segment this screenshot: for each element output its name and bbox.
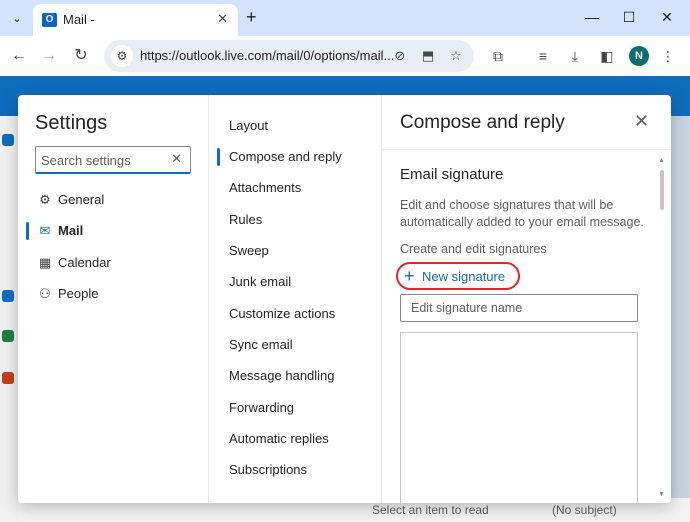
- signature-name-field[interactable]: [400, 294, 638, 322]
- section-sync-email[interactable]: Sync email: [209, 332, 381, 358]
- section-layout[interactable]: Layout: [209, 113, 381, 139]
- pane-scrollbar[interactable]: ▲ ▼: [658, 157, 666, 503]
- email-signature-heading: Email signature: [400, 166, 504, 183]
- outlook-favicon-icon: O: [42, 13, 57, 27]
- scroll-down-icon[interactable]: ▼: [658, 491, 665, 498]
- profile-avatar[interactable]: N: [629, 46, 649, 66]
- new-signature-label: New signature: [422, 269, 506, 284]
- close-settings-icon[interactable]: ✕: [634, 111, 649, 132]
- install-app-icon[interactable]: ⬒: [418, 46, 438, 66]
- browser-tab[interactable]: O Mail - ✕: [33, 4, 238, 36]
- tab-title: Mail -: [63, 12, 95, 27]
- signature-description: Edit and choose signatures that will be …: [400, 198, 644, 229]
- section-compose-and-reply[interactable]: Compose and reply: [209, 144, 381, 170]
- reading-hint: Select an item to read: [372, 503, 489, 517]
- search-settings-input[interactable]: [41, 151, 161, 169]
- mail-app-icon[interactable]: [2, 134, 14, 146]
- url-text[interactable]: https://outlook.live.com/mail/0/options/…: [140, 48, 394, 63]
- category-people[interactable]: ⚇ People: [18, 280, 208, 308]
- extensions-puzzle-icon[interactable]: ⧉: [487, 45, 509, 67]
- section-label: Message handling: [229, 368, 335, 383]
- scroll-thumb[interactable]: [660, 170, 664, 210]
- calendar-app-icon[interactable]: [2, 290, 14, 302]
- create-signatures-label: Create and edit signatures: [400, 242, 547, 256]
- blocked-cookies-icon[interactable]: ⊘: [390, 46, 410, 66]
- back-arrow-icon[interactable]: ←: [8, 45, 30, 67]
- new-signature-button[interactable]: + New signature: [396, 262, 520, 290]
- outlook-app-rail: [0, 116, 18, 522]
- browser-menu-icon[interactable]: ⋮: [657, 45, 679, 67]
- draft-subject[interactable]: (No subject): [552, 503, 617, 517]
- section-forwarding[interactable]: Forwarding: [209, 395, 381, 421]
- address-bar[interactable]: ⚙ https://outlook.live.com/mail/0/option…: [104, 40, 474, 72]
- active-indicator: [217, 148, 220, 166]
- section-label: Forwarding: [229, 400, 295, 415]
- media-controls-icon[interactable]: ≡: [532, 45, 554, 67]
- calendar-icon: ▦: [38, 255, 52, 270]
- browser-toolbar: ← → ↻ ⚙ https://outlook.live.com/mail/0/…: [0, 36, 690, 76]
- settings-title: Settings: [35, 112, 108, 134]
- mail-sections-panel: Layout Compose and reply Attachments Rul…: [208, 95, 382, 503]
- forward-arrow-icon[interactable]: →: [38, 45, 60, 67]
- section-sweep[interactable]: Sweep: [209, 238, 381, 264]
- settings-dialog: Settings ✕ ⚙ General ✉ Mail ▦ Calendar ⚇…: [18, 95, 671, 503]
- tab-close-icon[interactable]: ✕: [217, 11, 228, 27]
- section-label: Compose and reply: [229, 149, 342, 164]
- section-message-handling[interactable]: Message handling: [209, 363, 381, 389]
- clear-search-icon[interactable]: ✕: [171, 151, 182, 167]
- pane-title: Compose and reply: [400, 112, 565, 133]
- category-label: Calendar: [58, 255, 111, 270]
- active-indicator: [26, 222, 29, 240]
- mail-icon: ✉: [39, 223, 51, 238]
- side-panel-icon[interactable]: ◧: [596, 45, 618, 67]
- section-rules[interactable]: Rules: [209, 207, 381, 233]
- signature-name-input[interactable]: [411, 300, 631, 316]
- minimize-icon[interactable]: —: [582, 7, 602, 27]
- section-label: Rules: [229, 212, 263, 227]
- section-label: Layout: [229, 118, 269, 133]
- people-icon: ⚇: [39, 286, 51, 301]
- section-label: Junk email: [229, 274, 292, 289]
- section-label: Automatic replies: [229, 431, 329, 446]
- category-label: General: [58, 192, 105, 207]
- reload-icon[interactable]: ↻: [70, 45, 92, 67]
- window-close-icon[interactable]: ✕: [657, 7, 677, 27]
- section-label: Sweep: [229, 243, 269, 258]
- category-mail[interactable]: ✉ Mail: [18, 217, 208, 245]
- section-junk-email[interactable]: Junk email: [209, 269, 381, 295]
- powerpoint-app-icon[interactable]: [2, 372, 14, 384]
- section-automatic-replies[interactable]: Automatic replies: [209, 426, 381, 452]
- category-general[interactable]: ⚙ General: [18, 186, 208, 214]
- scroll-up-icon[interactable]: ▲: [658, 157, 665, 164]
- new-tab-plus-icon[interactable]: +: [246, 7, 257, 27]
- section-label: Subscriptions: [229, 462, 308, 477]
- maximize-icon[interactable]: ☐: [619, 7, 639, 27]
- compose-reply-pane: Compose and reply ✕ Email signature Edit…: [382, 95, 671, 503]
- tab-search-chevron-icon[interactable]: ⌄: [8, 10, 26, 28]
- section-label: Customize actions: [229, 306, 336, 321]
- section-label: Sync email: [229, 337, 293, 352]
- section-customize-actions[interactable]: Customize actions: [209, 301, 381, 327]
- excel-app-icon[interactable]: [2, 330, 14, 342]
- signature-editor[interactable]: [400, 332, 638, 503]
- settings-search-box[interactable]: ✕: [35, 146, 191, 174]
- category-label: People: [58, 286, 99, 301]
- settings-categories-panel: Settings ✕ ⚙ General ✉ Mail ▦ Calendar ⚇…: [18, 95, 208, 503]
- section-subscriptions[interactable]: Subscriptions: [209, 457, 381, 483]
- section-attachments[interactable]: Attachments: [209, 175, 381, 201]
- category-label: Mail: [58, 223, 84, 238]
- site-info-icon[interactable]: ⚙: [111, 45, 133, 67]
- bookmark-star-icon[interactable]: ☆: [446, 46, 466, 66]
- pane-divider: [382, 149, 671, 150]
- plus-icon: +: [404, 266, 415, 286]
- section-label: Attachments: [229, 180, 302, 195]
- category-calendar[interactable]: ▦ Calendar: [18, 249, 208, 277]
- download-icon[interactable]: ⤓: [564, 45, 586, 67]
- gear-icon: ⚙: [39, 192, 51, 207]
- browser-tab-strip: ⌄ O Mail - ✕ + — ☐ ✕: [0, 0, 690, 36]
